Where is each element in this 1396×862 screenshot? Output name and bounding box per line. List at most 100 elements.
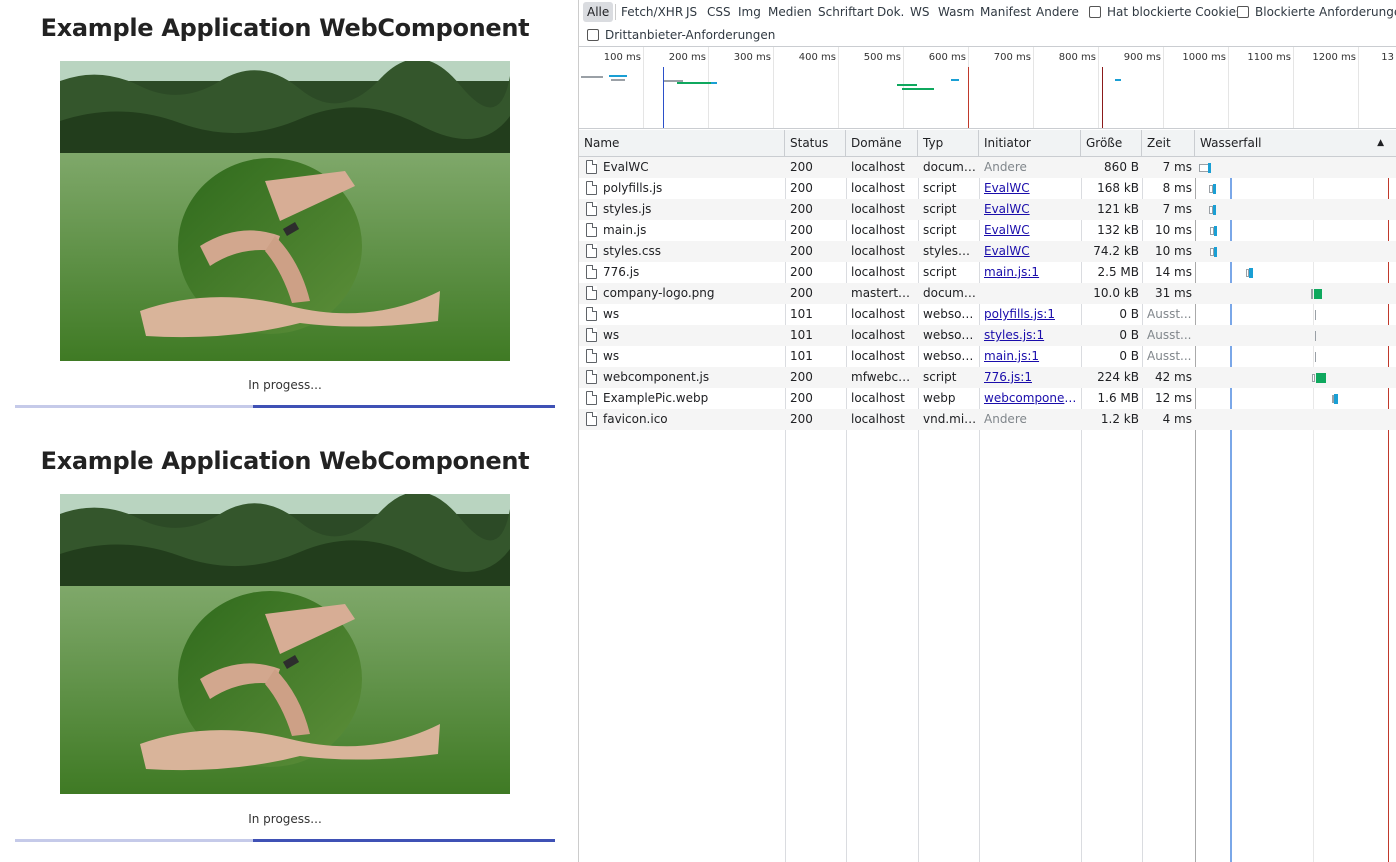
request-status: 101	[790, 328, 813, 342]
table-row[interactable]: main.js 200 localhost script EvalWC 132 kB 10 …	[579, 220, 1396, 241]
mirror-photo-image	[60, 494, 510, 794]
filter-bar: Alle Fetch/XHR JS CSS Img Medien Schrift…	[579, 0, 1396, 47]
filter-img-button[interactable]: Img	[734, 2, 765, 22]
timeline-tick-label: 800 ms	[1058, 52, 1096, 63]
timeline-overview[interactable]: 100 ms 200 ms 300 ms 400 ms 500 ms 600 m…	[579, 47, 1396, 129]
overview-request-bar	[609, 75, 627, 77]
filter-media-button[interactable]: Medien	[764, 2, 816, 22]
request-type: vnd.mic...	[923, 412, 977, 426]
load-event-marker	[1102, 67, 1103, 128]
blocked-cookies-checkbox[interactable]: Hat blockierte Cookies	[1089, 2, 1242, 22]
table-row[interactable]: styles.css 200 localhost styleshe... EvalWC 7…	[579, 241, 1396, 262]
timeline-tick-label: 13	[1381, 52, 1394, 63]
request-initiator-link[interactable]: EvalWC	[984, 199, 1078, 220]
example-photo	[60, 61, 510, 361]
table-row[interactable]: ws 101 localhost websoc... main.js:1 0 B Ausst…	[579, 346, 1396, 367]
request-initiator-link[interactable]: EvalWC	[984, 220, 1078, 241]
blocked-requests-checkbox[interactable]: Blockierte Anforderungen	[1237, 2, 1396, 22]
column-header-type[interactable]: Typ	[918, 130, 979, 157]
filter-css-button[interactable]: CSS	[703, 2, 735, 22]
request-time: 8 ms	[1162, 181, 1192, 195]
filter-manifest-button[interactable]: Manifest	[976, 2, 1035, 22]
file-icon	[586, 223, 597, 237]
table-row[interactable]: webcomponent.js 200 mfwebco... script 776.js…	[579, 367, 1396, 388]
table-row[interactable]: 776.js 200 localhost script main.js:1 2.5 MB 1…	[579, 262, 1396, 283]
request-size: 132 kB	[1097, 223, 1139, 237]
request-status: 200	[790, 223, 813, 237]
column-header-initiator[interactable]: Initiator	[979, 130, 1081, 157]
table-row[interactable]: favicon.ico 200 localhost vnd.mic... Andere 1…	[579, 409, 1396, 430]
request-type: websoc...	[923, 307, 977, 321]
request-domain: localhost	[851, 181, 905, 195]
request-initiator-link[interactable]: EvalWC	[984, 241, 1078, 262]
timeline-tick-label: 200 ms	[668, 52, 706, 63]
request-size: 121 kB	[1097, 202, 1139, 216]
filter-js-button[interactable]: JS	[682, 2, 701, 22]
timeline-gridline	[1098, 47, 1099, 128]
request-initiator-link[interactable]: webcomponent...	[984, 388, 1078, 409]
request-name: webcomponent.js	[603, 370, 710, 384]
request-name: styles.js	[603, 202, 652, 216]
request-type: docume...	[923, 160, 977, 174]
table-row[interactable]: styles.js 200 localhost script EvalWC 121 kB 7…	[579, 199, 1396, 220]
column-header-domain[interactable]: Domäne	[846, 130, 918, 157]
table-row[interactable]: ExamplePic.webp 200 localhost webp webcompon…	[579, 388, 1396, 409]
request-initiator-link[interactable]: polyfills.js:1	[984, 304, 1078, 325]
request-domain: localhost	[851, 349, 905, 363]
timeline-tick-label: 300 ms	[733, 52, 771, 63]
filter-all-button[interactable]: Alle	[583, 2, 614, 22]
table-row[interactable]: ws 101 localhost websoc... polyfills.js:1 0 B…	[579, 304, 1396, 325]
progress-bar-fill	[252, 405, 555, 408]
filter-fetch-xhr-button[interactable]: Fetch/XHR	[617, 2, 687, 22]
request-domain: localhost	[851, 223, 905, 237]
table-row[interactable]: company-logo.png 200 masterthe... docume...…	[579, 283, 1396, 304]
waterfall-bar	[1214, 247, 1217, 257]
filter-other-button[interactable]: Andere	[1032, 2, 1083, 22]
request-initiator-link[interactable]: styles.js:1	[984, 325, 1078, 346]
filter-font-button[interactable]: Schriftart	[814, 2, 878, 22]
waterfall-bar	[1315, 352, 1316, 362]
progress-bar	[15, 839, 555, 842]
table-row[interactable]: ws 101 localhost websoc... styles.js:1 0 B Aus…	[579, 325, 1396, 346]
timeline-gridline	[643, 47, 644, 128]
request-time: 10 ms	[1154, 244, 1192, 258]
request-status: 200	[790, 370, 813, 384]
column-header-name[interactable]: Name	[579, 130, 785, 157]
sort-ascending-icon[interactable]: ▲	[1377, 130, 1384, 157]
request-initiator-link[interactable]: 776.js:1	[984, 367, 1078, 388]
timeline-gridline	[1163, 47, 1164, 128]
column-header-status[interactable]: Status	[785, 130, 846, 157]
waterfall-bar	[1316, 373, 1326, 383]
column-header-time[interactable]: Zeit	[1142, 130, 1195, 157]
filter-wasm-button[interactable]: Wasm	[934, 2, 978, 22]
table-row[interactable]: EvalWC 200 localhost docume... Andere 860 B 7 …	[579, 157, 1396, 178]
request-initiator-link[interactable]: main.js:1	[984, 262, 1078, 283]
column-header-size[interactable]: Größe	[1081, 130, 1142, 157]
app-viewport: Example Application WebComponent In prog…	[0, 0, 578, 862]
image-file-icon	[586, 391, 597, 405]
mirror-photo-image	[60, 61, 510, 361]
waterfall-bar	[1214, 226, 1217, 236]
request-status: 200	[790, 286, 813, 300]
timeline-tick-label: 1000 ms	[1182, 52, 1226, 63]
request-size: 860 B	[1104, 160, 1139, 174]
overview-request-bar	[951, 79, 959, 81]
table-row[interactable]: polyfills.js 200 localhost script EvalWC 168 …	[579, 178, 1396, 199]
request-status: 200	[790, 265, 813, 279]
timeline-tick-label: 100 ms	[603, 52, 641, 63]
request-initiator-link[interactable]: main.js:1	[984, 346, 1078, 367]
waterfall-bar	[1315, 331, 1316, 341]
timeline-tick-label: 400 ms	[798, 52, 836, 63]
filter-doc-button[interactable]: Dok.	[873, 2, 908, 22]
request-type: script	[923, 223, 957, 237]
request-size: 224 kB	[1097, 370, 1139, 384]
progress-status-text: In progess...	[248, 378, 322, 392]
filter-ws-button[interactable]: WS	[906, 2, 933, 22]
third-party-requests-checkbox[interactable]: Drittanbieter-Anforderungen	[587, 25, 775, 45]
request-name: 776.js	[603, 265, 640, 279]
request-initiator-link[interactable]: EvalWC	[984, 178, 1078, 199]
file-icon	[586, 307, 597, 321]
timeline-gridline	[708, 47, 709, 128]
timeline-gridline	[1358, 47, 1359, 128]
column-header-waterfall[interactable]: Wasserfall ▲	[1195, 130, 1396, 157]
